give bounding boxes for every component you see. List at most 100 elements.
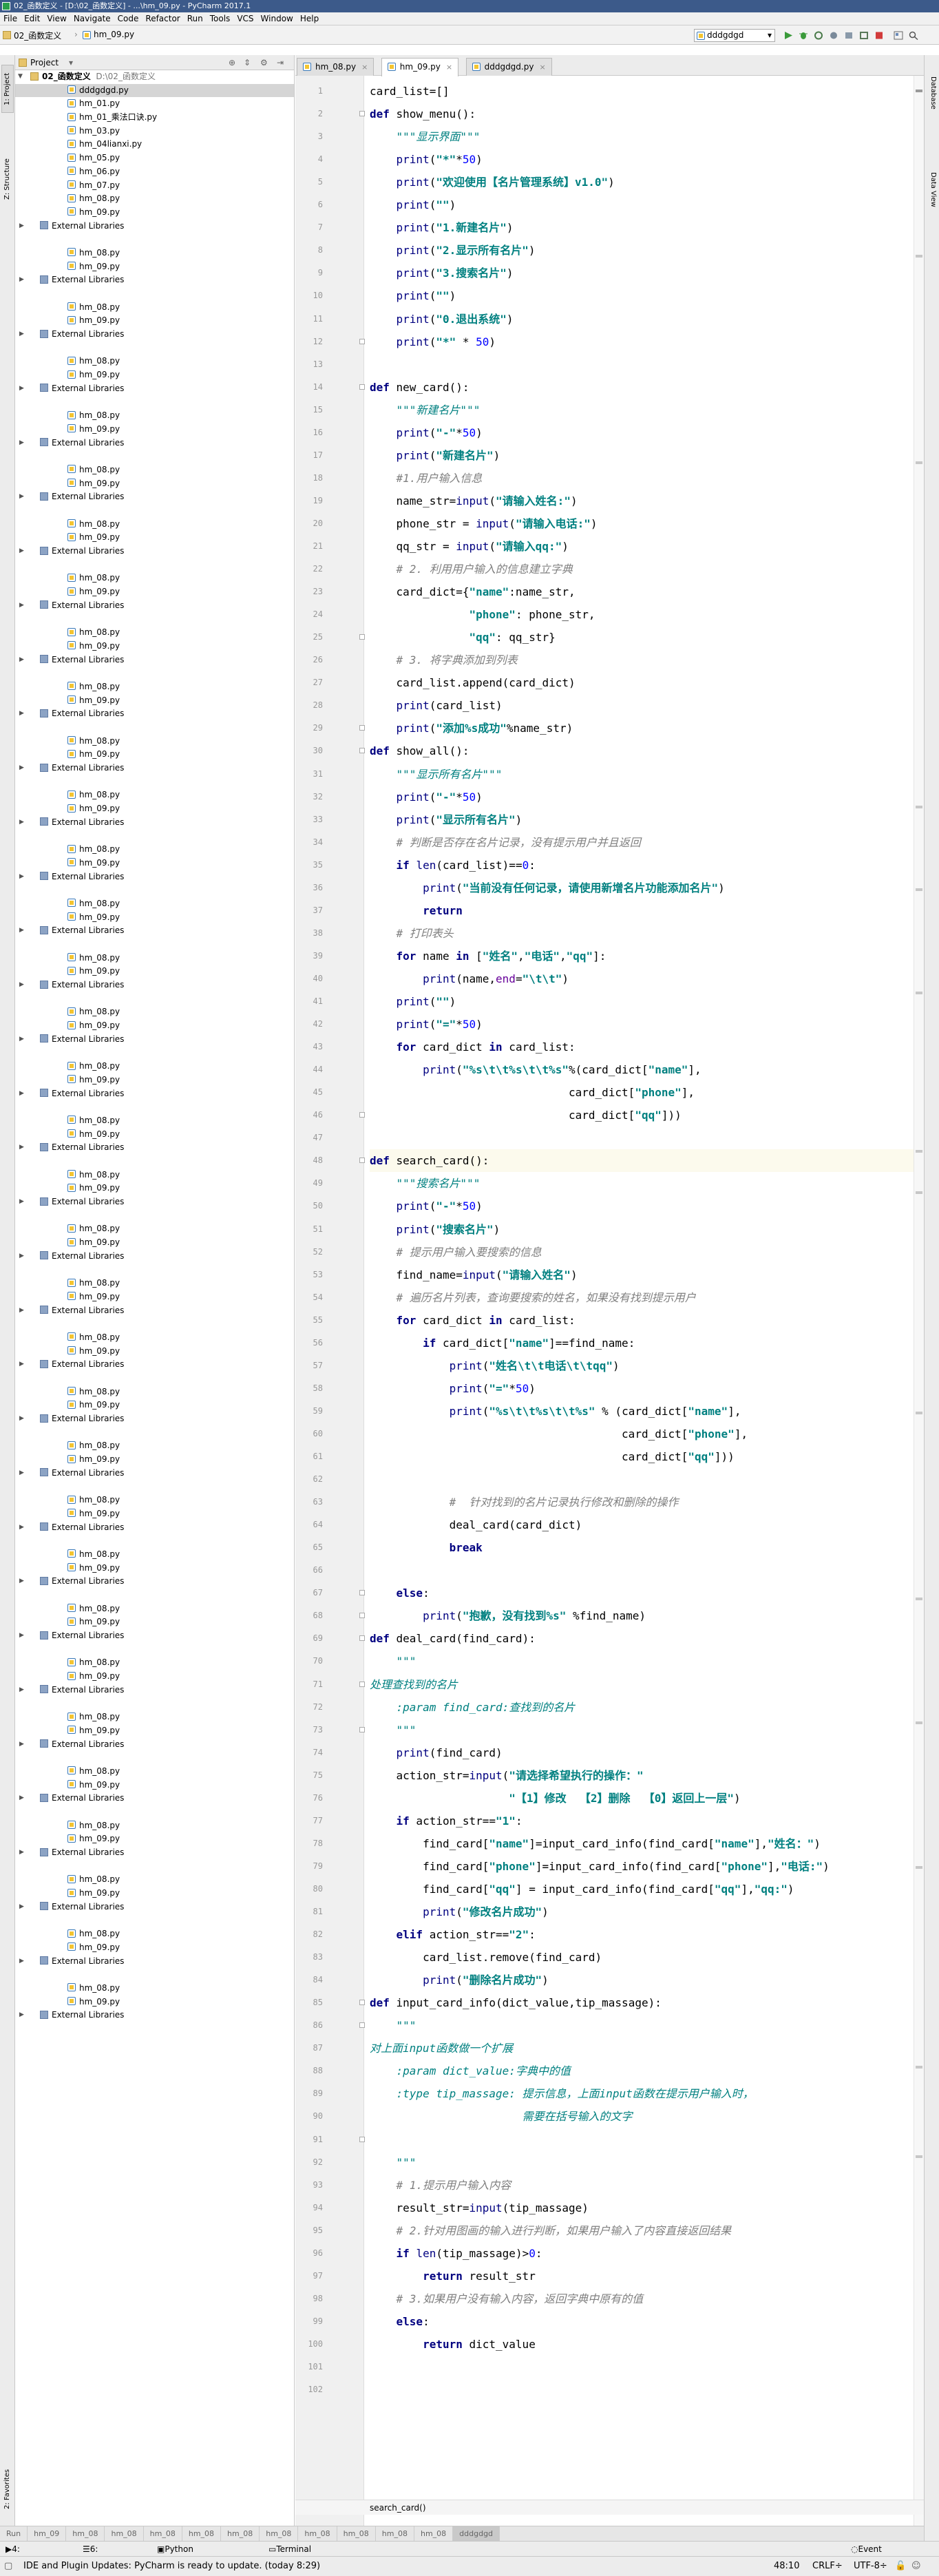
tree-item-file[interactable]: hm_09.py bbox=[15, 1996, 294, 2009]
tree-item-external-libraries[interactable]: ▶ External Libraries bbox=[15, 1738, 294, 1752]
line-number[interactable]: 23 bbox=[295, 580, 323, 603]
line-number[interactable]: 2 bbox=[295, 103, 323, 125]
tree-item-external-libraries[interactable]: ▶ External Libraries bbox=[15, 762, 294, 775]
tree-root[interactable]: ▼ 02_函数定义 D:\02_函数定义 bbox=[15, 70, 294, 84]
run-tab[interactable]: hm_08 bbox=[105, 2526, 144, 2541]
close-icon[interactable]: × bbox=[539, 63, 545, 72]
run-tab[interactable]: dddgdgd bbox=[453, 2526, 500, 2541]
fold-marker-icon[interactable] bbox=[359, 634, 365, 640]
line-number[interactable]: 84 bbox=[295, 1969, 323, 1991]
run-tab[interactable]: hm_08 bbox=[221, 2526, 260, 2541]
stripe-marker[interactable] bbox=[916, 1150, 922, 1153]
tree-item-file[interactable]: hm_08.py bbox=[15, 1873, 294, 1887]
tree-item-external-libraries[interactable]: ▶ External Libraries bbox=[15, 220, 294, 233]
tree-item-file[interactable]: hm_08.py bbox=[15, 626, 294, 640]
search-icon[interactable] bbox=[909, 31, 918, 40]
code-line[interactable]: if card_dict["name"]==find_name: bbox=[370, 1332, 635, 1354]
stripe-marker[interactable] bbox=[916, 1721, 922, 1724]
chevron-right-icon[interactable]: ▶ bbox=[19, 2009, 26, 2022]
code-line[interactable]: print("0.退出系统") bbox=[370, 308, 514, 331]
line-number[interactable]: 93 bbox=[295, 2174, 323, 2197]
tree-item-file[interactable]: hm_09.py bbox=[15, 802, 294, 816]
code-line[interactable]: # 遍历名片列表，查询要搜索的姓名，如果没有找到提示用户 bbox=[370, 1286, 696, 1309]
fold-marker-icon[interactable] bbox=[359, 111, 365, 117]
fold-marker-icon[interactable] bbox=[359, 1635, 365, 1642]
code-line[interactable]: """ bbox=[370, 2014, 416, 2037]
code-line[interactable]: :param dict_value:字典中的值 bbox=[370, 2060, 571, 2082]
tree-item-file[interactable]: hm_09.py bbox=[15, 640, 294, 653]
chevron-down-icon[interactable]: ▾ bbox=[69, 55, 73, 70]
tree-item-external-libraries[interactable]: ▶ External Libraries bbox=[15, 382, 294, 396]
chevron-right-icon[interactable]: ▶ bbox=[19, 924, 26, 938]
line-number[interactable]: 29 bbox=[295, 717, 323, 740]
code-line[interactable]: find_card["name"]=input_card_info(find_c… bbox=[370, 1832, 821, 1855]
tree-item-file[interactable]: hm_09.py bbox=[15, 1182, 294, 1195]
code-line[interactable]: print("*"*50) bbox=[370, 148, 483, 171]
line-number[interactable]: 80 bbox=[295, 1878, 323, 1900]
stripe-marker[interactable] bbox=[916, 1191, 922, 1194]
line-number[interactable]: 75 bbox=[295, 1764, 323, 1787]
menu-item-file[interactable]: File bbox=[0, 12, 21, 25]
tree-item-file[interactable]: hm_08.py bbox=[15, 843, 294, 857]
code-line[interactable]: card_dict["phone"], bbox=[370, 1081, 695, 1104]
chevron-right-icon[interactable]: ▶ bbox=[19, 545, 26, 558]
close-icon[interactable]: × bbox=[446, 63, 452, 72]
code-line[interactable]: print("当前没有任何记录，请使用新增名片功能添加名片") bbox=[370, 877, 725, 899]
line-number[interactable]: 83 bbox=[295, 1946, 323, 1969]
code-line[interactable]: print("添加%s成功"%name_str) bbox=[370, 717, 573, 740]
line-number[interactable]: 85 bbox=[295, 1991, 323, 2014]
chevron-right-icon[interactable]: ▶ bbox=[19, 273, 26, 287]
chevron-right-icon[interactable]: ▶ bbox=[19, 490, 26, 504]
line-number[interactable]: 49 bbox=[295, 1172, 323, 1195]
tree-item-file[interactable]: hm_09.py bbox=[15, 1074, 294, 1087]
code-line[interactable]: if len(tip_massage)>0: bbox=[370, 2242, 542, 2265]
code-line[interactable]: def show_menu(): bbox=[370, 103, 476, 125]
fold-marker-icon[interactable] bbox=[359, 1681, 365, 1687]
line-number[interactable]: 61 bbox=[295, 1445, 323, 1468]
menu-item-tools[interactable]: Tools bbox=[207, 12, 234, 25]
data-view-tool-tab[interactable]: Data View bbox=[926, 158, 938, 220]
run-tool-button[interactable]: ▶ 4: Run bbox=[6, 2542, 28, 2569]
chevron-right-icon[interactable]: ▶ bbox=[19, 1467, 26, 1480]
code-line[interactable]: # 1.提示用户输入内容 bbox=[370, 2174, 511, 2197]
line-number[interactable]: 21 bbox=[295, 535, 323, 558]
line-number[interactable]: 97 bbox=[295, 2265, 323, 2287]
chevron-right-icon[interactable]: ▶ bbox=[19, 1900, 26, 1914]
code-line[interactable]: return result_str bbox=[370, 2265, 536, 2287]
menu-item-navigate[interactable]: Navigate bbox=[70, 12, 114, 25]
tree-item-file[interactable]: hm_03.py bbox=[15, 125, 294, 138]
tree-item-file[interactable]: hm_09.py bbox=[15, 314, 294, 328]
chevron-right-icon[interactable]: ▶ bbox=[19, 1846, 26, 1860]
fold-marker-icon[interactable] bbox=[359, 1158, 365, 1164]
menu-item-window[interactable]: Window bbox=[257, 12, 297, 25]
line-number[interactable]: 24 bbox=[295, 603, 323, 626]
chevron-right-icon[interactable]: ▶ bbox=[19, 707, 26, 721]
code-line[interactable]: card_dict["phone"], bbox=[370, 1423, 748, 1445]
code-line[interactable]: print(find_card) bbox=[370, 1741, 503, 1764]
tree-item-file[interactable]: hm_08.py bbox=[15, 735, 294, 748]
tree-item-file[interactable]: hm_08.py bbox=[15, 1656, 294, 1670]
code-line[interactable]: print("") bbox=[370, 284, 456, 307]
line-number[interactable]: 41 bbox=[295, 990, 323, 1013]
chevron-right-icon[interactable]: ▶ bbox=[19, 653, 26, 667]
line-number[interactable]: 64 bbox=[295, 1514, 323, 1536]
run-icon[interactable] bbox=[783, 31, 793, 40]
stripe-marker[interactable] bbox=[916, 90, 922, 92]
tree-item-file[interactable]: hm_08.py bbox=[15, 1222, 294, 1236]
tree-item-file[interactable]: hm_09.py bbox=[15, 1453, 294, 1467]
attach-icon[interactable] bbox=[859, 31, 869, 40]
line-number[interactable]: 62 bbox=[295, 1468, 323, 1491]
code-line[interactable]: find_name=input("请输入姓名") bbox=[370, 1264, 578, 1286]
chevron-right-icon[interactable]: ▶ bbox=[19, 1575, 26, 1589]
concurrency-icon[interactable] bbox=[844, 31, 854, 40]
menu-item-refactor[interactable]: Refactor bbox=[142, 12, 183, 25]
coverage-icon[interactable] bbox=[814, 31, 823, 40]
code-line[interactable]: "【1】修改 【2】删除 【0】返回上一层") bbox=[370, 1787, 740, 1810]
tree-item-file[interactable]: hm_08.py bbox=[15, 897, 294, 911]
line-number[interactable]: 51 bbox=[295, 1218, 323, 1241]
line-number[interactable]: 12 bbox=[295, 331, 323, 353]
tree-item-file[interactable]: hm_09.py bbox=[15, 1941, 294, 1955]
chevron-right-icon[interactable]: ▶ bbox=[19, 762, 26, 775]
line-number[interactable]: 99 bbox=[295, 2310, 323, 2333]
line-number[interactable]: 9 bbox=[295, 262, 323, 284]
